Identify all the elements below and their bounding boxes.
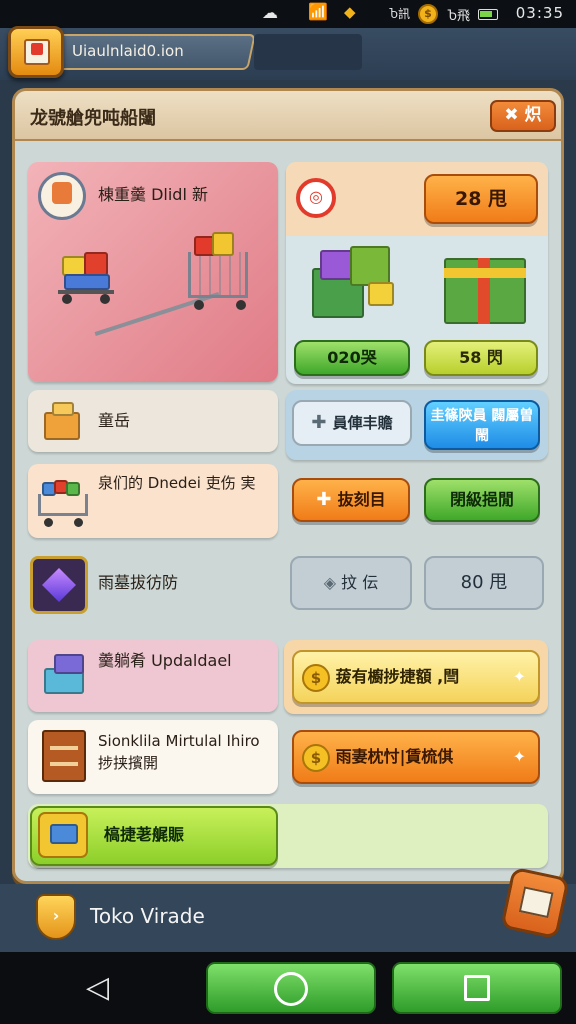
deal-right-price-button[interactable]: 58 閃 (424, 340, 538, 376)
featured-price-button[interactable]: 28 甩 (424, 174, 538, 224)
coin-status-icon: $ (418, 4, 438, 24)
wifi-icon: 📶 (308, 2, 328, 21)
notification-icon: ☁ (262, 3, 278, 22)
special-cart-icon (38, 812, 88, 858)
upgrade-label: 羹躺肴 Updaldael (98, 651, 232, 670)
home-icon (274, 972, 308, 1006)
coin-icon: $ (302, 663, 330, 692)
status-bar: ☁ 📶 ◆ Ⴆ訊 $ Ⴆ飛 03:35 (0, 0, 576, 28)
gem-price-button[interactable]: 80 甩 (424, 556, 544, 610)
recents-icon (464, 975, 490, 1001)
featured-label: 棟重羹 Dlidl 新 (98, 185, 208, 204)
gem-icon (30, 556, 88, 614)
shopping-cart-icon (52, 232, 272, 346)
app-logo-icon[interactable] (8, 26, 64, 78)
deal-left-price-button[interactable]: 020哭 (294, 340, 410, 376)
upgrade-icon (38, 648, 92, 700)
cart-icon (36, 474, 92, 530)
cart-add-button[interactable]: ✚ 抜刻目 (292, 478, 410, 522)
back-icon[interactable]: ◁ (86, 970, 109, 1005)
storage-box-icon (38, 398, 84, 444)
gift-box-icon (306, 242, 404, 328)
app-title: Uiaulnlaid0.ion (72, 42, 184, 60)
storage-label: 童岳 (98, 411, 131, 430)
featured-avatar-icon (38, 172, 86, 220)
storage-upgrade-button[interactable]: 圭篠陝員 闢屬曽閙 (424, 400, 540, 450)
cart-open-button[interactable]: 閉級挹閒 (424, 478, 540, 522)
close-button[interactable]: ✖ 炽 (490, 100, 556, 132)
big-gift-box-icon (440, 240, 530, 328)
home-button[interactable] (206, 962, 376, 1014)
signal-text: Ⴆ飛 (447, 9, 470, 24)
top-bar-slot (254, 34, 362, 70)
gem-action-button[interactable]: ◈ 抆 伝 (290, 556, 412, 610)
storage-add-button[interactable]: ✚ 員俥丰贍 (292, 400, 412, 446)
shield-icon: ◆ (344, 3, 356, 21)
panel-title: 龙號艙兜吨船闥 (30, 108, 156, 129)
gem-label: 雨墓拔彷防 (98, 573, 179, 592)
footer-bar (0, 884, 576, 952)
battery-icon (478, 9, 498, 20)
sim-status: Ⴆ訊 (388, 7, 410, 21)
recents-button[interactable] (392, 962, 562, 1014)
coin-icon: $ (302, 743, 330, 772)
shop-name: Toko Virade (90, 904, 205, 928)
virtual-label-line1: Sionklila Mirtulal Ihiro (98, 732, 260, 750)
clock: 03:35 (515, 4, 564, 22)
shop-badge-icon: › (36, 894, 76, 940)
virtual-label-line2: 捗挟擯開 (98, 754, 159, 772)
cabinet-icon (42, 730, 86, 782)
virtual-action-button[interactable]: $ 雨妻枕忖|賃梳倛 ✦ (292, 730, 540, 784)
cart-label: 泉们的 Dnedei 吏伤 実 (98, 474, 256, 492)
upgrade-action-button[interactable]: $ 菝有櫥捗捷額 ,閆 ✦ (292, 650, 540, 704)
ring-icon: ◎ (296, 178, 336, 218)
